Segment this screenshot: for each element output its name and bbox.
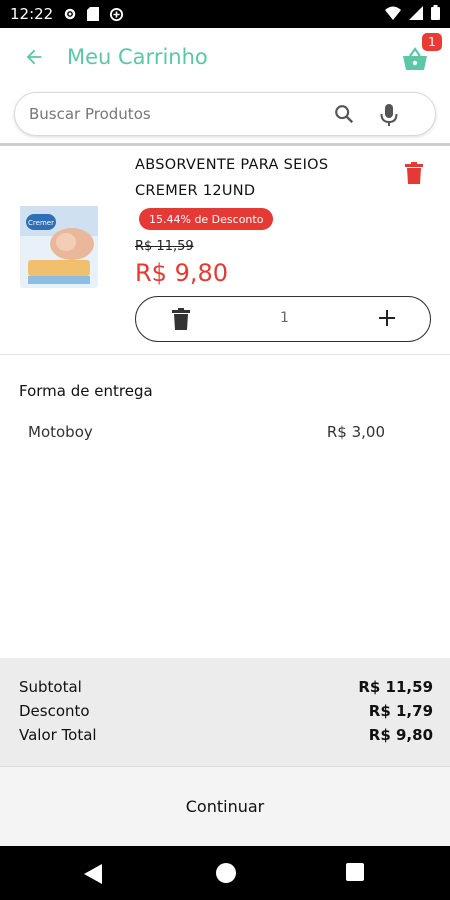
total-value: R$ 9,80 [368, 726, 433, 744]
trash-icon[interactable] [172, 308, 190, 334]
nav-home-icon[interactable] [216, 863, 236, 883]
product-image[interactable]: Cremer [14, 202, 104, 292]
search-bar[interactable]: Buscar Produtos [14, 92, 436, 136]
continue-label: Continuar [185, 797, 265, 816]
old-price: R$ 11,59 [135, 239, 194, 254]
delivery-title: Forma de entrega [19, 382, 153, 400]
wifi-icon [385, 5, 401, 24]
sd-card-icon [87, 7, 100, 21]
search-input[interactable]: Buscar Produtos [29, 105, 151, 123]
product-brand-logo: Cremer [28, 219, 54, 227]
system-nav-bar [0, 846, 450, 900]
page-title: Meu Carrinho [67, 45, 208, 69]
discount-label: Desconto [19, 702, 90, 720]
magnifier-icon[interactable] [333, 103, 355, 129]
subtotal-row: Subtotal R$ 11,59 [19, 678, 433, 696]
continue-button[interactable]: Continuar [0, 766, 450, 846]
nav-recents-icon[interactable] [346, 863, 364, 881]
status-bar: 12:22 [0, 0, 450, 28]
product-name: ABSORVENTE PARA SEIOS CREMER 12UND [135, 157, 329, 199]
subtotal-label: Subtotal [19, 678, 82, 696]
microphone-icon[interactable] [379, 103, 399, 131]
discount-badge: 15.44% de Desconto [139, 208, 274, 230]
settings-icon [63, 7, 77, 21]
delivery-option[interactable]: Motoboy R$ 3,00 [28, 423, 385, 441]
quantity-stepper: 1 [135, 296, 431, 342]
order-summary: Subtotal R$ 11,59 Desconto R$ 1,79 Valor… [0, 658, 450, 766]
delivery-price: R$ 3,00 [326, 423, 385, 441]
total-row: Valor Total R$ 9,80 [19, 726, 433, 744]
status-time: 12:22 [10, 5, 54, 23]
cart-count-badge: 1 [422, 33, 442, 51]
cart-item: Cremer ABSORVENTE PARA SEIOS CREMER 12UN… [0, 146, 450, 355]
subtotal-value: R$ 11,59 [358, 678, 433, 696]
discount-value: R$ 1,79 [368, 702, 433, 720]
delete-item-icon[interactable] [404, 162, 424, 188]
app-bar: Meu Carrinho 1 [0, 28, 450, 86]
current-price: R$ 9,80 [135, 259, 229, 287]
quantity-value: 1 [280, 310, 289, 326]
total-label: Valor Total [19, 726, 97, 744]
battery-icon [431, 4, 440, 24]
delivery-method: Motoboy [28, 423, 93, 441]
nav-back-icon[interactable] [84, 864, 102, 888]
sync-icon [109, 7, 124, 22]
arrow-left-icon[interactable] [23, 46, 45, 68]
plus-icon[interactable] [378, 309, 396, 329]
signal-icon [409, 5, 423, 24]
discount-row: Desconto R$ 1,79 [19, 702, 433, 720]
